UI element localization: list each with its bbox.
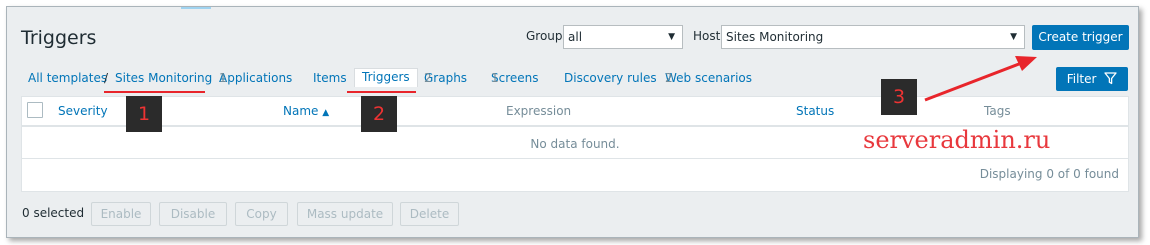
app-window: Triggers Group all ▼ Host Sites Monitori…: [6, 6, 1139, 238]
annotation-arrow: [924, 56, 1037, 102]
